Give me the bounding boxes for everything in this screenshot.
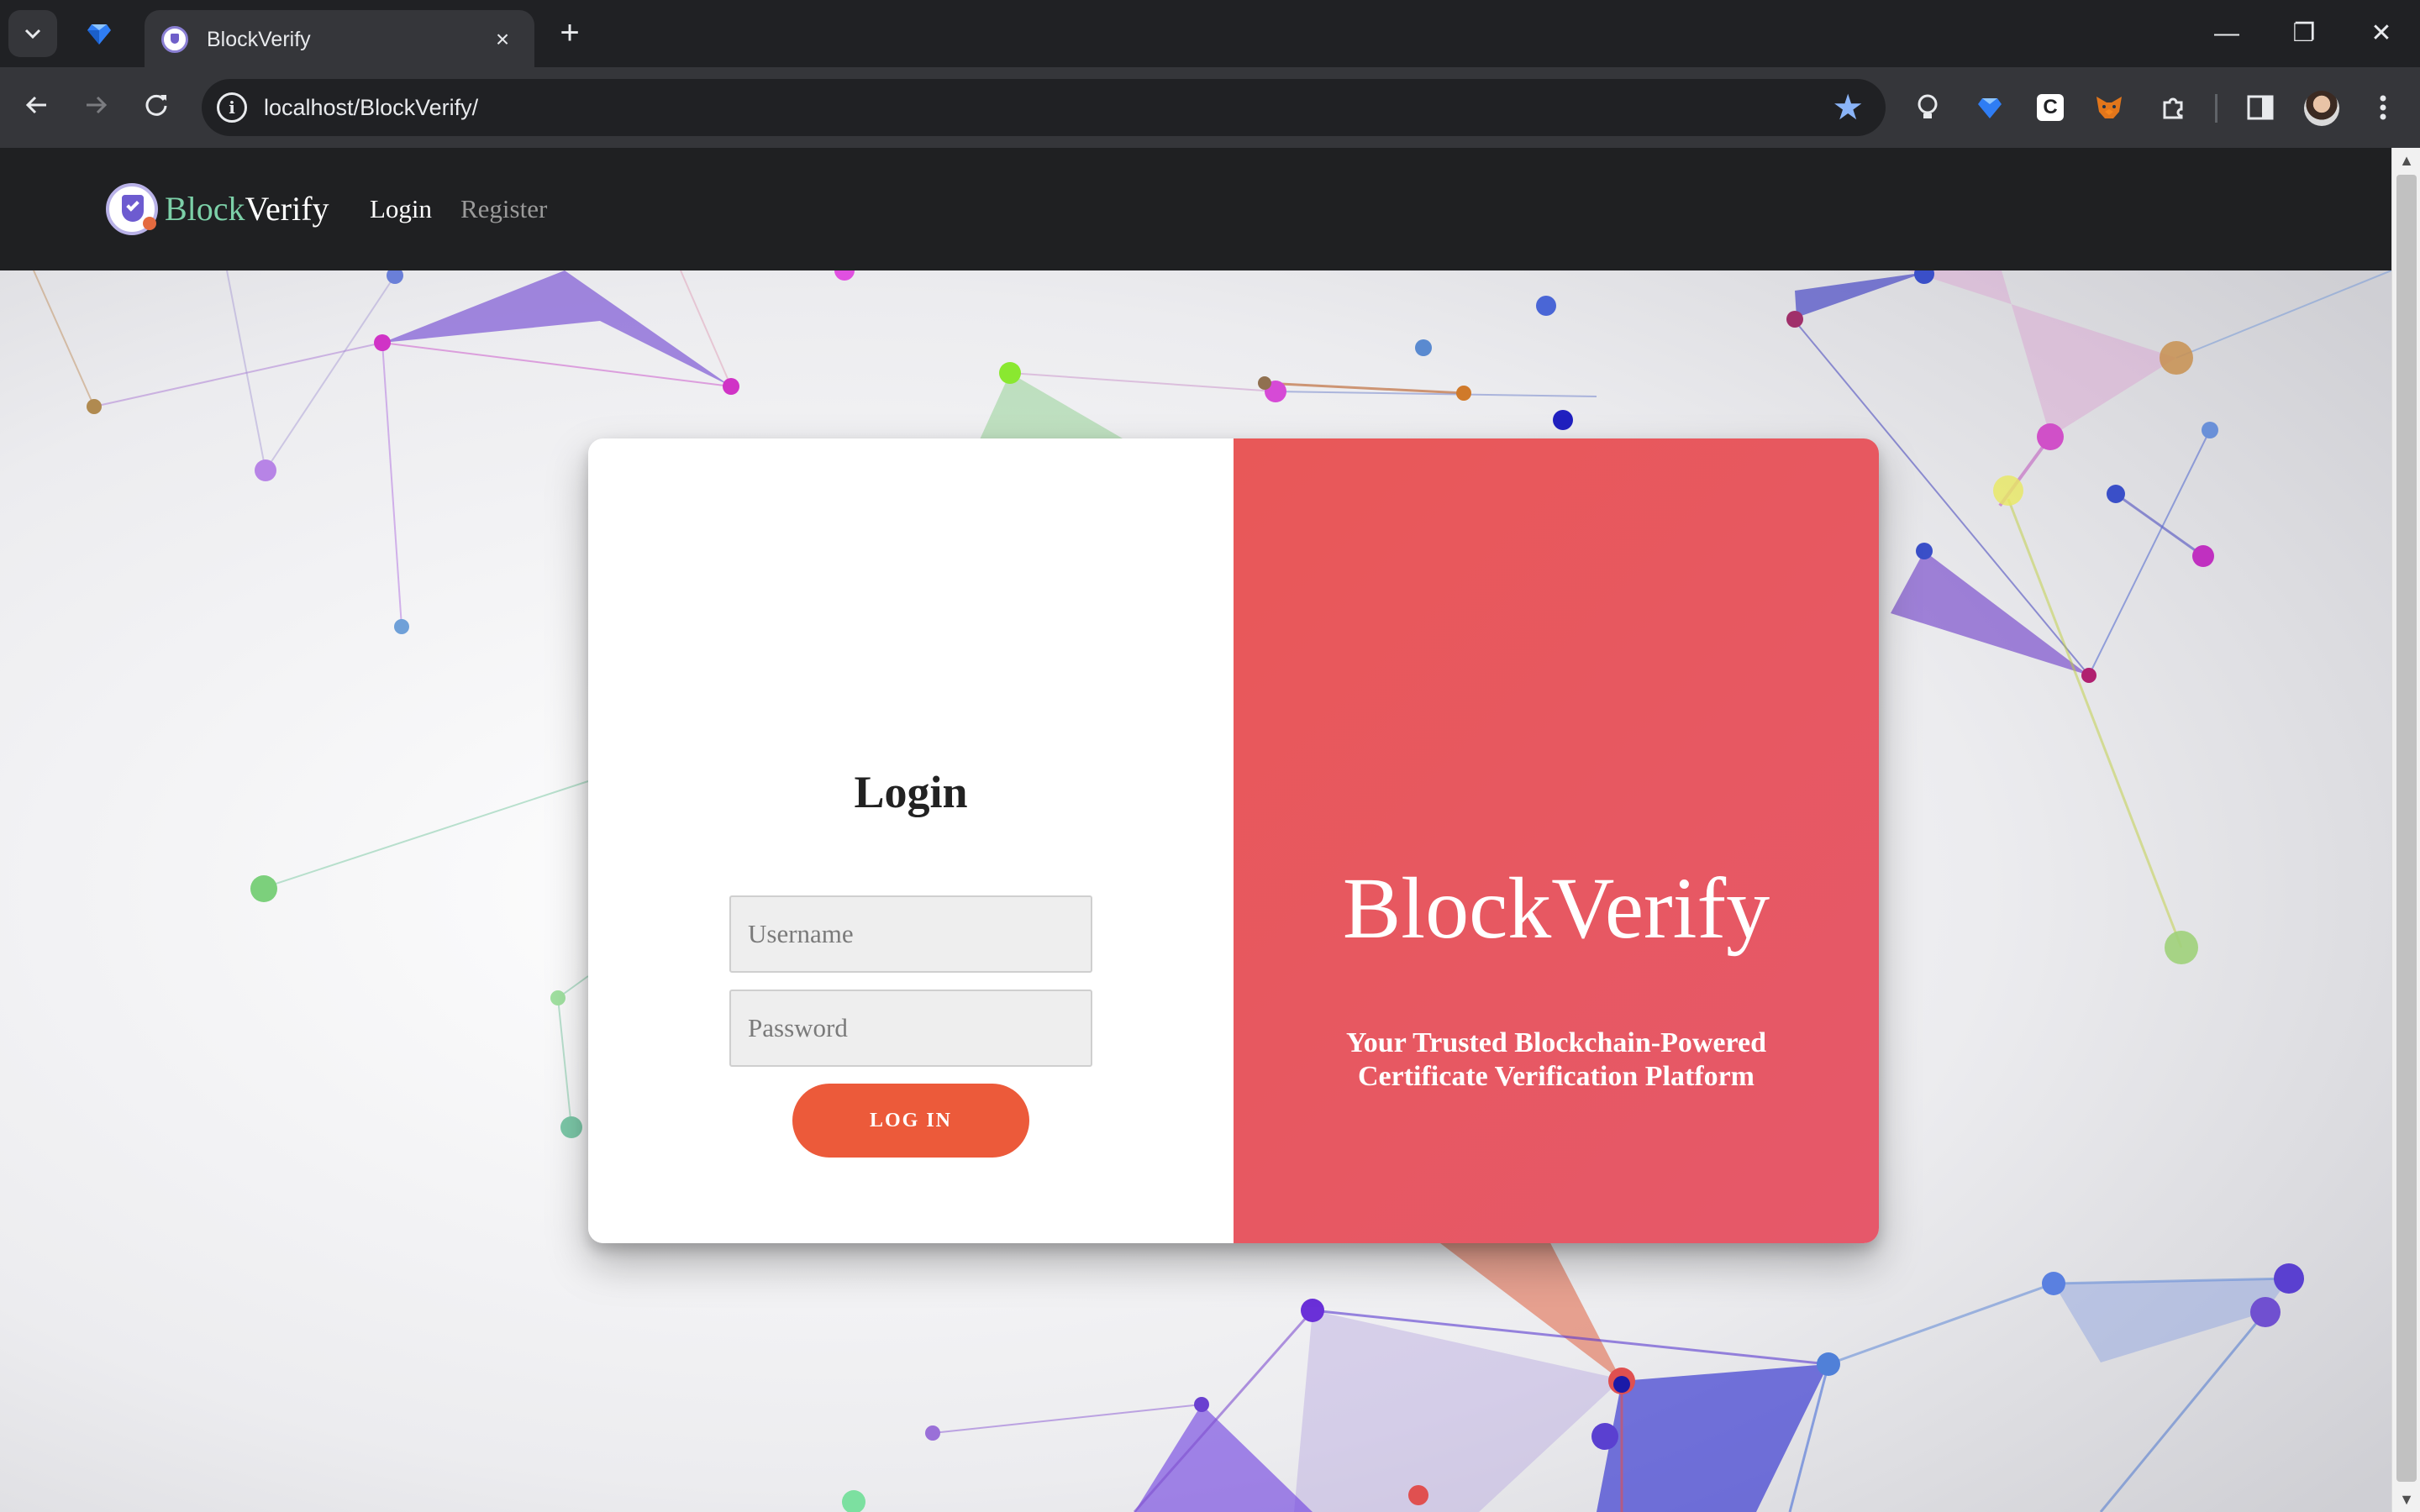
badge-dot [143, 217, 156, 230]
extensions-puzzle-icon[interactable] [2154, 89, 2191, 126]
close-window-button[interactable]: ✕ [2351, 8, 2412, 59]
scrollbar-thumb[interactable] [2396, 175, 2417, 1482]
url-text[interactable]: localhost/BlockVerify/ [264, 79, 478, 136]
reload-icon [145, 94, 167, 116]
diamond-extension-icon[interactable] [1971, 89, 2008, 126]
toolbar-separator [2215, 94, 2217, 123]
username-input[interactable] [729, 895, 1092, 973]
new-tab-button[interactable]: + [550, 13, 590, 54]
login-heading: Login [854, 767, 968, 817]
site-info-icon[interactable]: i [217, 92, 247, 123]
hero-title: BlockVerify [1342, 860, 1770, 957]
hero-subtitle: Your Trusted Blockchain-Powered Certific… [1301, 1026, 1812, 1094]
brand-name-block: Block [165, 190, 245, 228]
login-card: Login LOG IN BlockVerify Your Trusted Bl… [588, 438, 1879, 1243]
pinned-tab[interactable] [74, 12, 124, 55]
kebab-menu-icon[interactable] [2365, 89, 2402, 126]
diamond-extension-icon [87, 24, 111, 45]
forward-button[interactable] [74, 86, 118, 129]
arrow-right-icon [87, 96, 108, 114]
nav-link-register[interactable]: Register [460, 148, 547, 270]
arrow-left-icon [25, 96, 46, 114]
back-button[interactable] [15, 86, 59, 129]
site-navbar: BlockVerify Login Register [0, 148, 2391, 270]
active-tab[interactable]: BlockVerify × [145, 10, 534, 69]
brand-logo-icon[interactable] [106, 183, 158, 235]
login-form-panel: Login LOG IN [588, 438, 1234, 1243]
login-button[interactable]: LOG IN [792, 1084, 1029, 1158]
page-viewport: BlockVerify Login Register Login LOG IN … [0, 148, 2420, 1512]
brand-name-link[interactable]: BlockVerify [165, 148, 329, 270]
hero-panel: BlockVerify Your Trusted Blockchain-Powe… [1234, 438, 1879, 1243]
browser-tab-strip: BlockVerify × + — ❐ ✕ [0, 0, 2420, 69]
c-extension-icon[interactable]: C [2037, 94, 2064, 121]
nav-link-login[interactable]: Login [370, 148, 432, 270]
vertical-scrollbar[interactable]: ▲ ▼ [2391, 148, 2420, 1512]
scroll-down-arrow-icon[interactable]: ▼ [2392, 1487, 2420, 1512]
metamask-fox-icon[interactable] [2091, 89, 2128, 126]
hero-subtitle-line-2: Certificate Verification Platform [1357, 1061, 1755, 1092]
tab-title: BlockVerify [207, 27, 311, 51]
browser-toolbar: i localhost/BlockVerify/ ★ C [0, 67, 2420, 148]
site-favicon-icon [161, 26, 188, 53]
password-input[interactable] [729, 990, 1092, 1067]
tab-search-button[interactable] [8, 10, 57, 57]
profile-avatar[interactable] [2304, 91, 2339, 126]
brand-name-verify: Verify [245, 190, 329, 228]
minimize-button[interactable]: — [2196, 8, 2257, 59]
side-panel-icon[interactable] [2242, 89, 2279, 126]
bulb-extension-icon[interactable] [1909, 89, 1946, 126]
bookmark-star-icon[interactable]: ★ [1832, 86, 1864, 129]
chevron-down-icon [24, 29, 41, 39]
scroll-up-arrow-icon[interactable]: ▲ [2392, 148, 2420, 173]
address-bar[interactable]: i localhost/BlockVerify/ ★ [202, 79, 1886, 136]
hero-subtitle-line-1: Your Trusted Blockchain-Powered [1346, 1027, 1766, 1058]
tab-close-icon[interactable]: × [487, 26, 518, 53]
restore-button[interactable]: ❐ [2274, 8, 2334, 59]
reload-button[interactable] [134, 86, 178, 129]
